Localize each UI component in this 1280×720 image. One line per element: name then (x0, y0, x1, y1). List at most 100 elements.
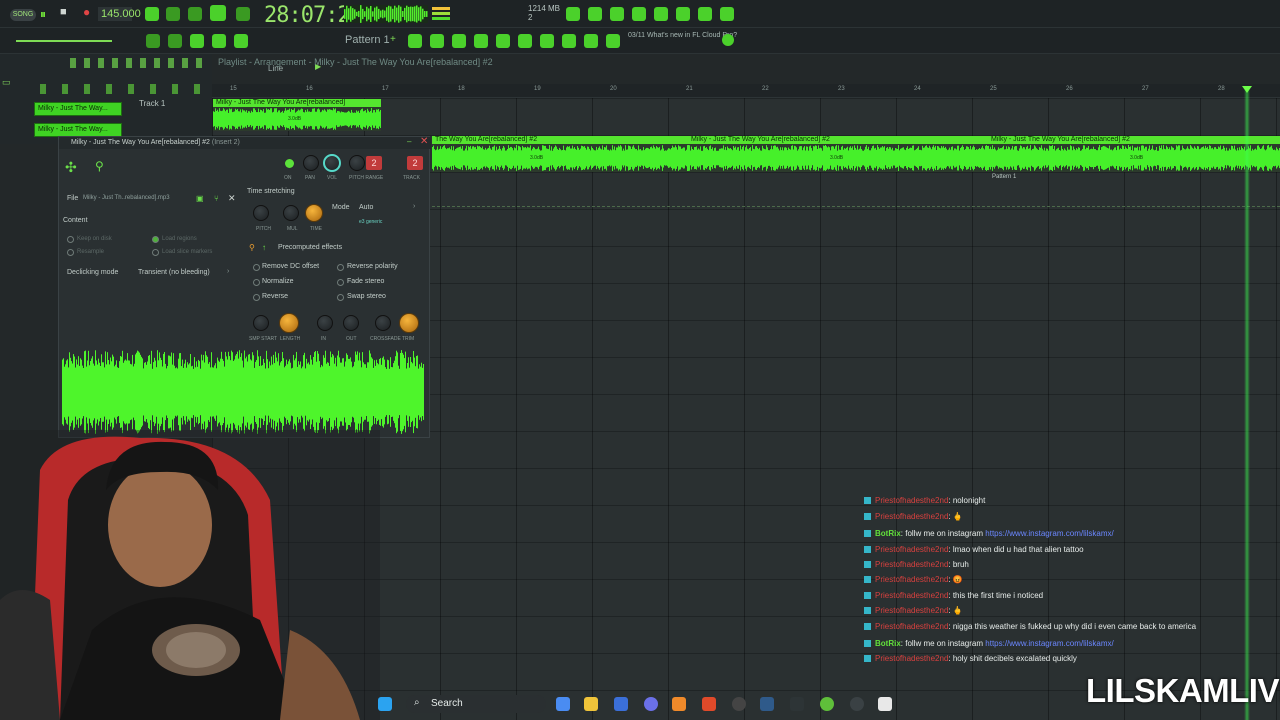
chat-username[interactable]: Priestofhadesthe2nd (875, 496, 948, 505)
minimize-icon[interactable]: – (407, 137, 411, 146)
in-knob[interactable] (317, 315, 333, 331)
load-slice-markers-toggle[interactable] (152, 249, 159, 256)
track-box[interactable]: 2 (407, 156, 423, 170)
mic-icon[interactable] (610, 7, 624, 21)
countdown-icon[interactable] (166, 7, 180, 21)
wrench-icon[interactable]: ⚲ (249, 243, 255, 252)
timeline-ruler[interactable]: 15 16 17 18 19 20 21 22 23 24 25 26 27 28 (212, 84, 1280, 98)
file-explorer-icon[interactable] (584, 697, 598, 711)
store-icon[interactable] (614, 697, 628, 711)
chat-username[interactable]: Priestofhadesthe2nd (875, 606, 948, 615)
plugin-database-icon[interactable] (676, 7, 690, 21)
audio-clip-header[interactable]: Milky - Just The Way You Are[rebalanced]… (688, 136, 988, 144)
play-pattern-icon[interactable] (168, 34, 182, 48)
capcut-icon[interactable] (878, 697, 892, 711)
declicking-select[interactable]: Transient (no bleeding) (138, 269, 210, 276)
chevron-right-icon[interactable]: › (413, 203, 415, 210)
channel-rack-icon[interactable] (408, 34, 422, 48)
smp-start-knob[interactable] (253, 315, 269, 331)
browser-icon[interactable] (496, 34, 510, 48)
playhead-marker-icon[interactable] (1242, 86, 1252, 93)
export-icon[interactable] (720, 7, 734, 21)
effect-toggle[interactable] (253, 264, 260, 271)
save-icon[interactable] (654, 7, 668, 21)
chat-username[interactable]: Priestofhadesthe2nd (875, 591, 948, 600)
obs-icon[interactable] (732, 697, 746, 711)
help-icon[interactable] (632, 7, 646, 21)
tempo-tapper-icon[interactable] (584, 34, 598, 48)
chat-username[interactable]: Priestofhadesthe2nd (875, 575, 948, 584)
pencil-tool-icon[interactable] (190, 34, 204, 48)
ts-pitch-knob[interactable] (253, 205, 269, 221)
undo-icon[interactable] (566, 7, 580, 21)
chevron-right-icon[interactable]: › (227, 268, 229, 275)
sampler-icon[interactable]: ✣ (65, 159, 77, 176)
chat-username[interactable]: Priestofhadesthe2nd (875, 512, 948, 521)
audio-clip-header[interactable]: Milky - Just The Way You Are[rebalanced] (213, 99, 381, 107)
file-name[interactable]: Milky - Just Th..rebalanced].mp3 (83, 195, 170, 201)
length-knob[interactable] (279, 313, 299, 333)
browser-toggle-icon[interactable]: ▭ (2, 77, 11, 88)
playlist-view-icon[interactable] (452, 34, 466, 48)
mode-select[interactable]: Auto (359, 204, 373, 211)
pattern-clip-label[interactable]: Pattern 1 (992, 174, 1016, 180)
performance-icon[interactable] (606, 34, 620, 48)
channel-settings-window[interactable]: Milky - Just The Way You Are[rebalanced]… (58, 136, 431, 438)
split-icon[interactable]: ⑂ (214, 194, 219, 203)
on-led[interactable] (285, 159, 294, 168)
folder-icon[interactable]: ▣ (196, 194, 204, 203)
chat-icon[interactable] (698, 7, 712, 21)
paint-tool-icon[interactable] (212, 34, 226, 48)
resample-toggle[interactable] (67, 249, 74, 256)
clip-icon[interactable] (518, 34, 532, 48)
track-item[interactable]: Milky - Just The Way... (34, 123, 122, 137)
keep-on-disk-toggle[interactable] (67, 236, 74, 243)
out-knob[interactable] (343, 315, 359, 331)
taskbar-search[interactable]: ⌕ Search (406, 695, 546, 713)
audio-clip-header[interactable]: The Way You Are[rebalanced] #2 (432, 136, 688, 144)
arrow-up-icon[interactable]: ↑ (262, 243, 266, 252)
track-item[interactable]: Milky - Just The Way... (34, 102, 122, 116)
effect-toggle[interactable] (337, 279, 344, 286)
pattern-selector[interactable]: Pattern 1 (345, 34, 390, 46)
crossfade-knob[interactable] (375, 315, 391, 331)
track-toolbar[interactable] (40, 84, 200, 94)
chat-link[interactable]: https://www.instagram.com/lilskamx/ (985, 529, 1113, 538)
volume-knob[interactable] (323, 154, 341, 172)
brave-icon[interactable] (702, 697, 716, 711)
chat-link[interactable]: https://www.instagram.com/lilskamx/ (985, 639, 1113, 648)
mixer-icon[interactable] (474, 34, 488, 48)
record-button[interactable]: ● (83, 5, 90, 19)
steam-icon[interactable] (760, 697, 774, 711)
play-button[interactable]: ⏸ (40, 7, 46, 22)
effect-toggle[interactable] (253, 294, 260, 301)
blend-notes-icon[interactable] (188, 7, 202, 21)
playlist-tools-icon[interactable] (70, 58, 202, 68)
copilot-icon[interactable] (556, 697, 570, 711)
effect-toggle[interactable] (337, 264, 344, 271)
effect-toggle[interactable] (337, 294, 344, 301)
add-pattern-icon[interactable]: + (390, 34, 396, 45)
touch-controller-icon[interactable] (562, 34, 576, 48)
plugin-picker-icon[interactable] (540, 34, 554, 48)
tempo-display[interactable]: 145.000 (98, 7, 141, 21)
app-icon[interactable] (790, 697, 804, 711)
playlist-icon[interactable] (146, 34, 160, 48)
chrome-icon[interactable] (820, 697, 834, 711)
fl-studio-icon[interactable] (672, 697, 686, 711)
sample-waveform[interactable] (62, 349, 424, 435)
chat-username[interactable]: Priestofhadesthe2nd (875, 560, 948, 569)
wrench-icon[interactable]: ⚲ (95, 159, 104, 173)
magnet-snap-icon[interactable] (234, 34, 248, 48)
audio-clip-waveform[interactable] (432, 144, 1280, 172)
chat-username[interactable]: BotRix (875, 639, 901, 648)
ts-mul-knob[interactable] (283, 205, 299, 221)
pitch-knob[interactable] (349, 155, 365, 171)
metronome-icon[interactable] (145, 7, 159, 21)
audio-clip-header[interactable]: Milky - Just The Way You Are[rebalanced]… (988, 136, 1280, 144)
4k-app-icon[interactable] (850, 697, 864, 711)
song-mode-toggle[interactable]: SONG (10, 9, 36, 21)
remove-sample-icon[interactable]: ✕ (228, 193, 236, 204)
channel-window-titlebar[interactable]: Milky - Just The Way You Are[rebalanced]… (59, 137, 431, 149)
stop-button[interactable]: ■ (60, 6, 67, 18)
